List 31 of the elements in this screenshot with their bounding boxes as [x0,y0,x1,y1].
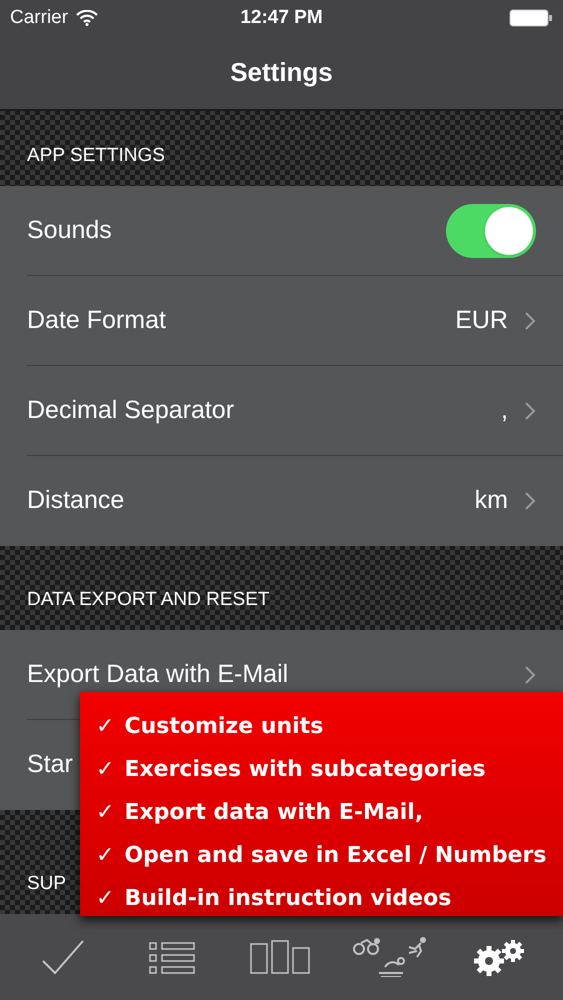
row-label: Date Format [27,304,166,336]
row-label: Decimal Separator [27,394,234,426]
toggle-switch[interactable] [446,204,536,258]
triathlon-icon [352,937,429,977]
check-mark: ✓ [96,756,114,784]
row-value: , [501,394,508,426]
screen-title: Settings [230,56,333,89]
settings-row[interactable]: Distance km [27,456,563,546]
carrier-label: Carrier [10,6,68,30]
battery-icon [509,9,553,27]
section-header: DATA EXPORT AND RESET [27,588,270,612]
bar-chart-icon [250,940,312,974]
row-label: Distance [27,485,124,516]
settings-row[interactable]: Decimal Separator , [27,366,563,456]
check-mark: ✓ [96,799,114,827]
feature-text: Build-in instruction videos [124,885,452,913]
section-header: APP SETTINGS [27,144,165,168]
settings-row[interactable]: Sounds [27,186,563,276]
check-mark: ✓ [96,842,114,870]
row-label: Export Data with E-Mail [27,658,288,690]
feature-text: Exercises with subcategories [124,756,486,784]
section-header: SUP [27,872,66,896]
check-mark: ✓ [96,885,114,913]
row-value: km [474,485,508,516]
wifi-icon [76,10,98,26]
row-value: EUR [455,304,508,336]
settings-row[interactable]: Date Format EUR [27,276,563,366]
clock-time: 12:47 PM [240,6,323,30]
feature-text: Open and save in Excel / Numbers [124,842,546,870]
feature-text: Export data with E-Mail, [124,799,424,827]
row-label: Sounds [27,214,112,246]
